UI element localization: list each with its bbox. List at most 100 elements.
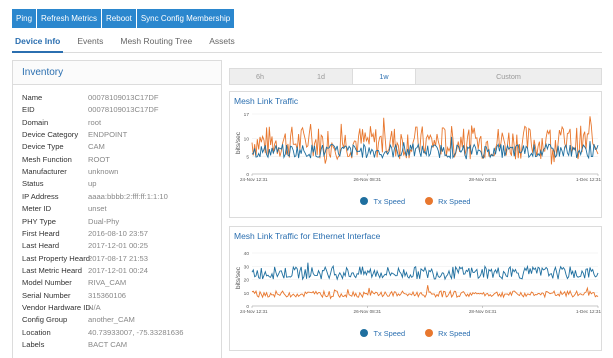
tab-assets[interactable]: Assets — [206, 30, 238, 53]
device-detail-page: Ping Refresh Metrics Reboot Sync Config … — [0, 0, 613, 358]
tab-device-info[interactable]: Device Info — [12, 30, 64, 53]
device-tabs: Device Info Events Mesh Routing Tree Ass… — [12, 30, 602, 53]
rx-dot-icon — [425, 329, 434, 337]
inventory-value: CAM — [88, 142, 105, 152]
inventory-key: Labels — [22, 340, 45, 349]
range-6h-option[interactable]: 6h — [230, 69, 290, 84]
reboot-button[interactable]: Reboot — [102, 9, 137, 28]
inventory-key: Mesh Function — [22, 154, 72, 164]
inventory-value: 2017-12-01 00:25 — [88, 241, 148, 251]
y-tick-label: 10 — [244, 291, 250, 297]
inventory-value: 00078109013C17DF — [88, 105, 159, 115]
inventory-row: Domain root — [22, 118, 215, 129]
inventory-key: Last Property Heard — [22, 253, 90, 263]
inventory-key: Status — [22, 179, 44, 189]
inventory-row: Model Number RIVA_CAM — [22, 278, 215, 289]
time-range-selector: 6h 1d 1w Custom — [229, 68, 602, 85]
y-tick-label: 40 — [244, 251, 250, 257]
legend-item-rx[interactable]: Rx Speed — [425, 328, 471, 338]
range-custom-option[interactable]: Custom — [416, 69, 601, 84]
x-tick-label: 28-Nov 04:31 — [469, 309, 497, 314]
refresh-metrics-button[interactable]: Refresh Metrics — [37, 9, 103, 28]
x-tick-label: 26-Nov 08:31 — [354, 309, 382, 314]
y-tick-label: 5 — [246, 154, 249, 160]
inventory-row: Serial Number 315360106 — [22, 291, 215, 302]
x-tick-label: 24-Nov 12:31 — [240, 177, 268, 182]
inventory-key: Manufacturer — [22, 167, 67, 177]
inventory-key: PHY Type — [22, 216, 56, 226]
inventory-value: 2017-12-01 00:24 — [88, 265, 148, 275]
inventory-key: Last Metric Heard — [22, 265, 82, 275]
inventory-panel: Inventory Name 00078109013C17DF EID 0007810… — [12, 60, 222, 358]
tx-dot-icon — [360, 329, 369, 337]
legend-item-rx[interactable]: Rx Speed — [425, 196, 471, 206]
inventory-value: 315360106 — [88, 290, 127, 300]
inventory-key: IP Address — [22, 191, 59, 201]
inventory-row: EID 00078109013C17DF — [22, 105, 215, 116]
inventory-key: Config Group — [22, 315, 68, 325]
x-tick-label: 28-Nov 04:31 — [469, 177, 497, 182]
inventory-value: BACT CAM — [88, 340, 128, 349]
inventory-row: Config Group another_CAM — [22, 315, 215, 326]
ethernet-traffic-panel: Mesh Link Traffic for Ethernet Interface… — [229, 226, 602, 351]
legend-label: Rx Speed — [438, 196, 471, 206]
inventory-key: First Heard — [22, 228, 60, 238]
tx-dot-icon — [360, 197, 369, 205]
inventory-key: Name — [22, 93, 43, 102]
inventory-value: unset — [88, 204, 107, 214]
y-tick-label: 10 — [244, 137, 250, 143]
legend-label: Tx Speed — [373, 196, 406, 206]
y-tick-label: 30 — [244, 264, 250, 270]
inventory-row: First Heard 2016-08-10 23:57 — [22, 229, 215, 240]
inventory-title: Inventory — [13, 61, 221, 85]
inventory-key: Location — [22, 327, 51, 337]
series-line-rx — [251, 285, 599, 300]
x-tick-label: 24-Nov 12:31 — [240, 309, 268, 314]
range-1d-option[interactable]: 1d — [290, 69, 352, 84]
inventory-value: N/A — [88, 302, 101, 312]
range-1w-option[interactable]: 1w — [352, 69, 416, 84]
tab-mesh-routing-tree[interactable]: Mesh Routing Tree — [117, 30, 195, 53]
inventory-key: Device Type — [22, 142, 64, 152]
series-line-tx — [251, 262, 599, 281]
tab-events[interactable]: Events — [74, 30, 106, 53]
inventory-row: Vendor Hardware ID N/A — [22, 303, 215, 314]
inventory-value: 00078109013C17DF — [88, 93, 159, 102]
inventory-value: another_CAM — [88, 315, 135, 325]
x-tick-label: 1-Dec 12:31 — [576, 177, 601, 182]
inventory-row: Device Category ENDPOINT — [22, 130, 215, 141]
inventory-value: Dual-Phy — [88, 216, 120, 226]
x-tick-label: 1-Dec 12:31 — [576, 309, 601, 314]
inventory-value: 2017-08-17 21:53 — [88, 253, 148, 263]
inventory-row: Last Heard 2017-12-01 00:25 — [22, 241, 215, 252]
series-line-rx — [251, 116, 599, 165]
inventory-value: 2016-08-10 23:57 — [88, 228, 148, 238]
chart-legend: Tx Speed Rx Speed — [230, 328, 601, 338]
inventory-value: root — [88, 117, 102, 127]
inventory-key: Last Heard — [22, 241, 60, 251]
legend-item-tx[interactable]: Tx Speed — [360, 329, 405, 338]
inventory-key: Domain — [22, 117, 49, 127]
inventory-row: Mesh Function ROOT — [22, 155, 215, 166]
inventory-key: Vendor Hardware ID — [22, 302, 91, 312]
inventory-value: unknown — [88, 167, 119, 177]
sync-config-membership-button[interactable]: Sync Config Membership — [136, 9, 236, 28]
inventory-value: up — [88, 179, 97, 189]
rx-dot-icon — [425, 197, 434, 205]
inventory-row: Location 40.73933007, -75.33281636 — [22, 328, 215, 339]
inventory-value: 40.73933007, -75.33281636 — [88, 327, 184, 337]
ping-button[interactable]: Ping — [12, 9, 38, 28]
inventory-row: Status up — [22, 179, 215, 190]
legend-label: Rx Speed — [438, 328, 471, 338]
chart-legend: Tx Speed Rx Speed — [230, 196, 601, 206]
inventory-key: Serial Number — [22, 290, 71, 300]
inventory-row: Name 00078109013C17DF — [22, 93, 215, 104]
y-tick-label: 20 — [244, 278, 250, 284]
inventory-value: ROOT — [88, 154, 110, 164]
mesh-link-traffic-panel: Mesh Link Traffic bits/sec 0 5 10 17 24-Nov … — [229, 91, 602, 218]
inventory-value: aaaa:bbbb:2:fff:ff:1:1:10 — [88, 191, 168, 201]
inventory-row: Last Metric Heard 2017-12-01 00:24 — [22, 266, 215, 277]
inventory-value: ENDPOINT — [88, 130, 128, 140]
legend-item-tx[interactable]: Tx Speed — [360, 197, 405, 206]
inventory-row: Meter ID unset — [22, 204, 215, 215]
